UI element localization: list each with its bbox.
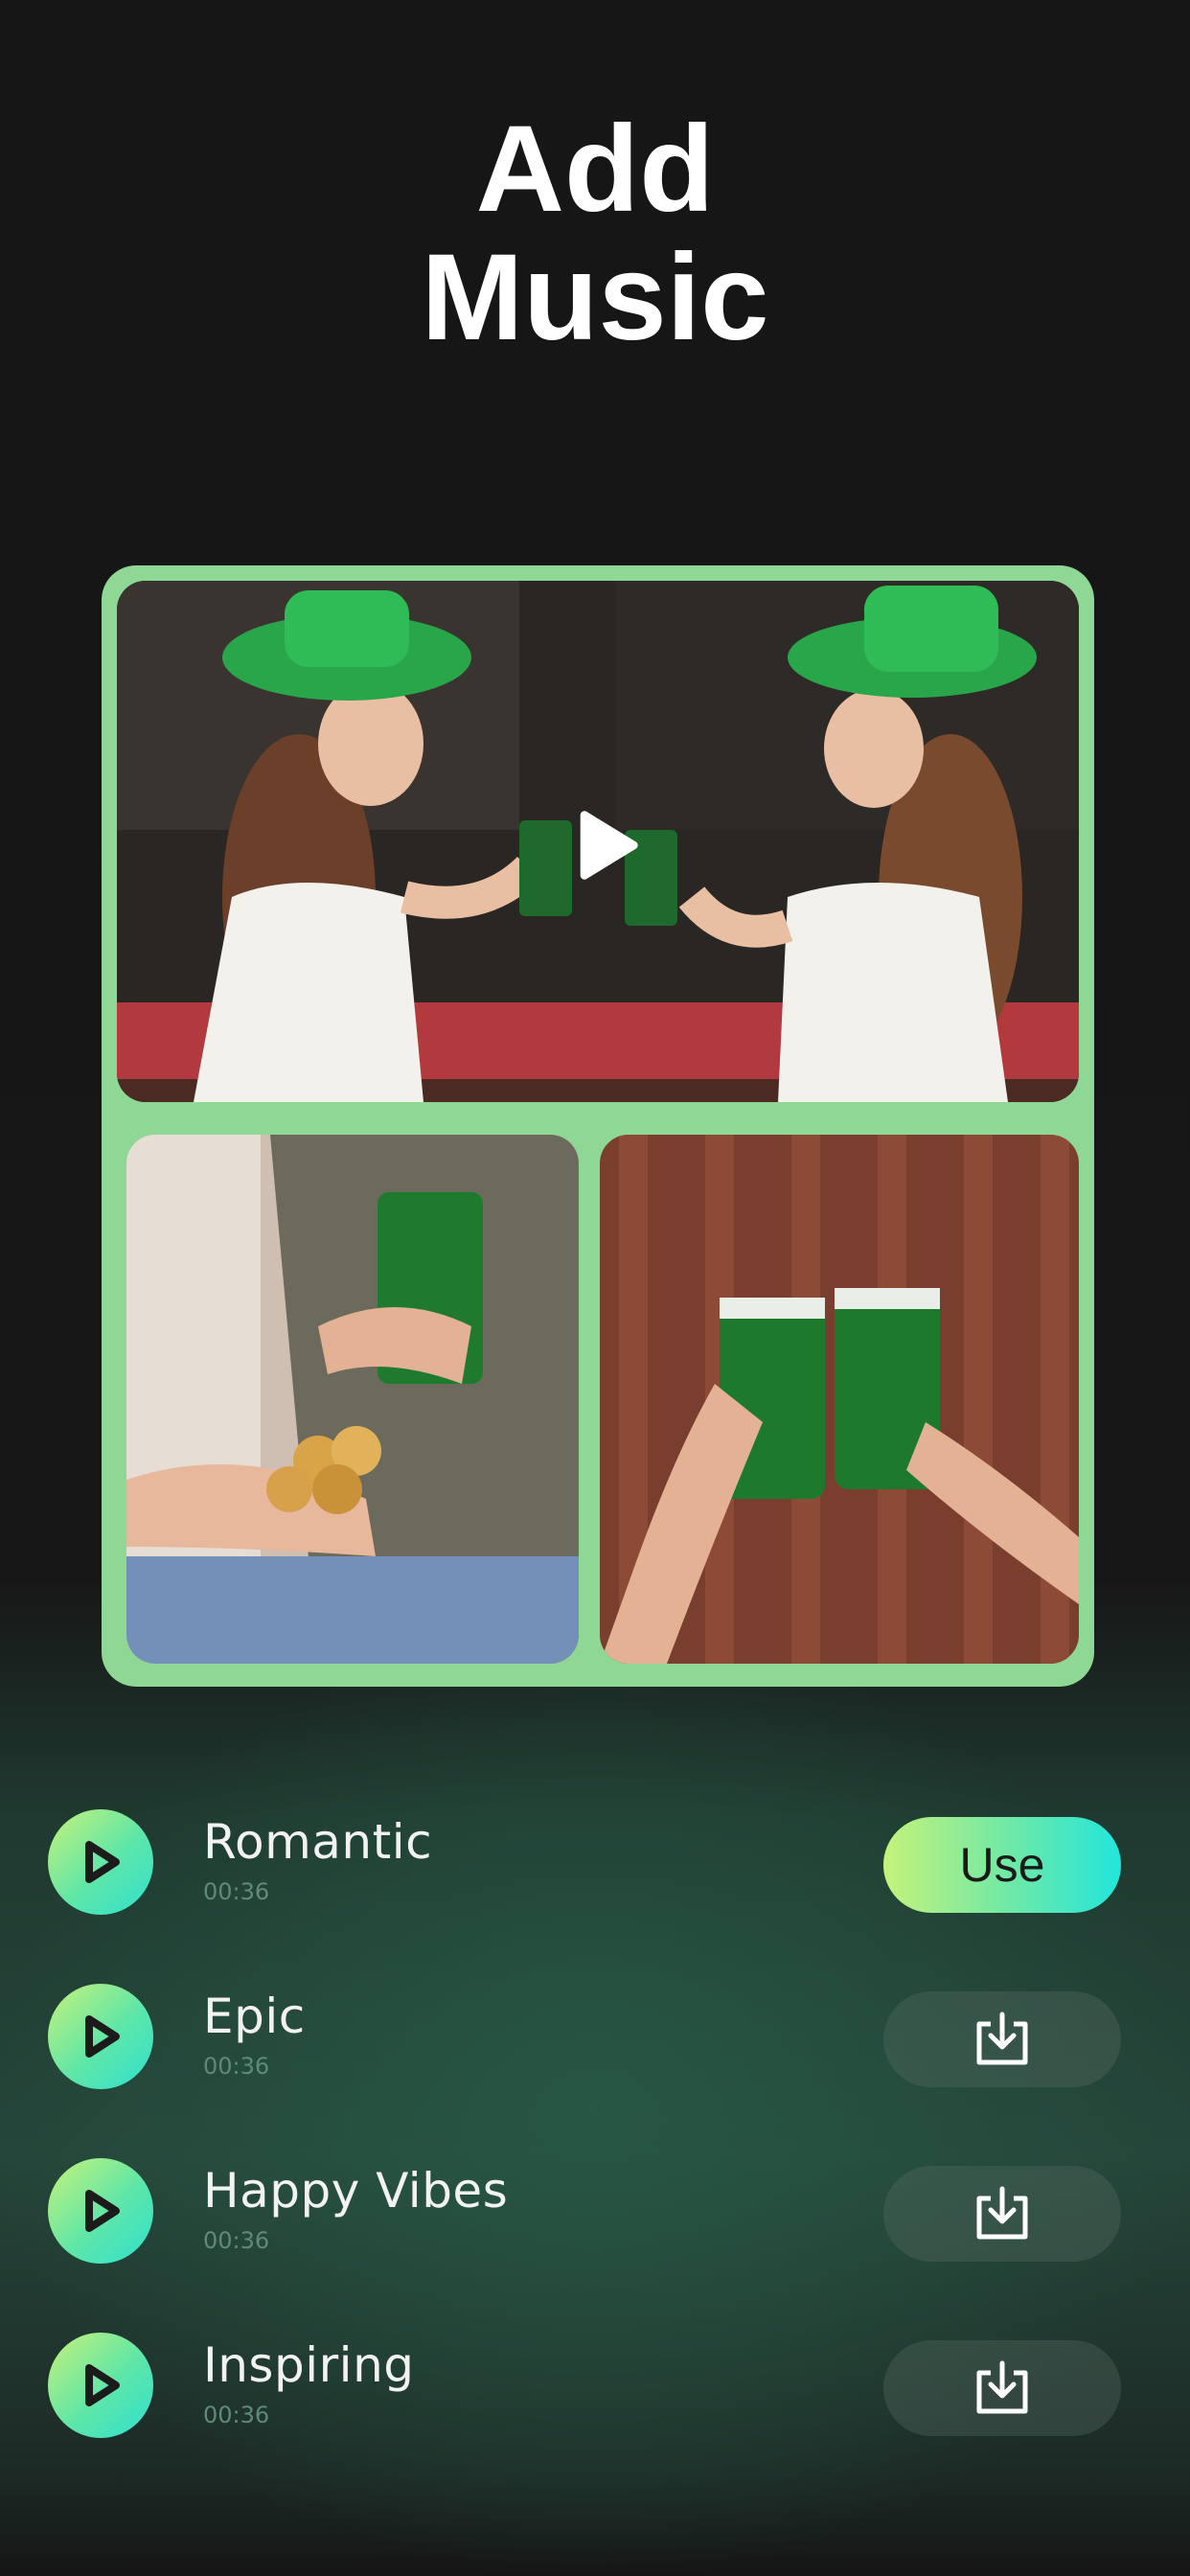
- track-name: Happy Vibes: [203, 2163, 509, 2219]
- download-button[interactable]: [883, 2166, 1121, 2262]
- track-play-button[interactable]: [48, 1984, 153, 2089]
- track-duration: 00:36: [203, 2402, 270, 2428]
- page-title-line-2: Music: [421, 229, 769, 366]
- play-icon: [85, 2015, 120, 2058]
- play-icon: [85, 2364, 120, 2406]
- collage-play-button[interactable]: [565, 807, 642, 884]
- play-icon: [85, 1841, 120, 1883]
- use-button[interactable]: Use: [883, 1817, 1121, 1913]
- track-item-romantic[interactable]: Romantic 00:36 Use: [0, 1802, 1190, 1917]
- play-icon: [85, 2190, 120, 2232]
- download-button[interactable]: [883, 2340, 1121, 2436]
- play-icon: [580, 811, 638, 880]
- download-button[interactable]: [883, 1991, 1121, 2087]
- download-icon: [976, 2360, 1028, 2414]
- download-icon: [976, 2186, 1028, 2240]
- track-play-button[interactable]: [48, 1809, 153, 1915]
- page-title-line-1: Add: [475, 101, 715, 238]
- track-item-inspiring[interactable]: Inspiring 00:36: [0, 2325, 1190, 2440]
- track-play-button[interactable]: [48, 2158, 153, 2264]
- photo-two-glasses-toast-icon: [600, 1135, 1079, 1664]
- track-duration: 00:36: [203, 1878, 270, 1905]
- track-item-happy-vibes[interactable]: Happy Vibes 00:36: [0, 2150, 1190, 2266]
- download-icon: [976, 2012, 1028, 2065]
- track-name: Inspiring: [203, 2337, 415, 2393]
- page-title: Add Music: [0, 105, 1190, 362]
- track-item-epic[interactable]: Epic 00:36: [0, 1976, 1190, 2091]
- track-duration: 00:36: [203, 2053, 270, 2080]
- photo-hands-coins-beer-icon: [126, 1135, 579, 1664]
- collage-photo-glasses-toast[interactable]: [600, 1135, 1079, 1664]
- collage-photo-women-toasting[interactable]: [117, 581, 1079, 1102]
- collage-photo-coins-beer[interactable]: [126, 1135, 579, 1664]
- track-name: Romantic: [203, 1814, 433, 1870]
- track-play-button[interactable]: [48, 2333, 153, 2438]
- photo-collage[interactable]: [102, 565, 1094, 1687]
- track-duration: 00:36: [203, 2227, 270, 2254]
- track-name: Epic: [203, 1989, 306, 2044]
